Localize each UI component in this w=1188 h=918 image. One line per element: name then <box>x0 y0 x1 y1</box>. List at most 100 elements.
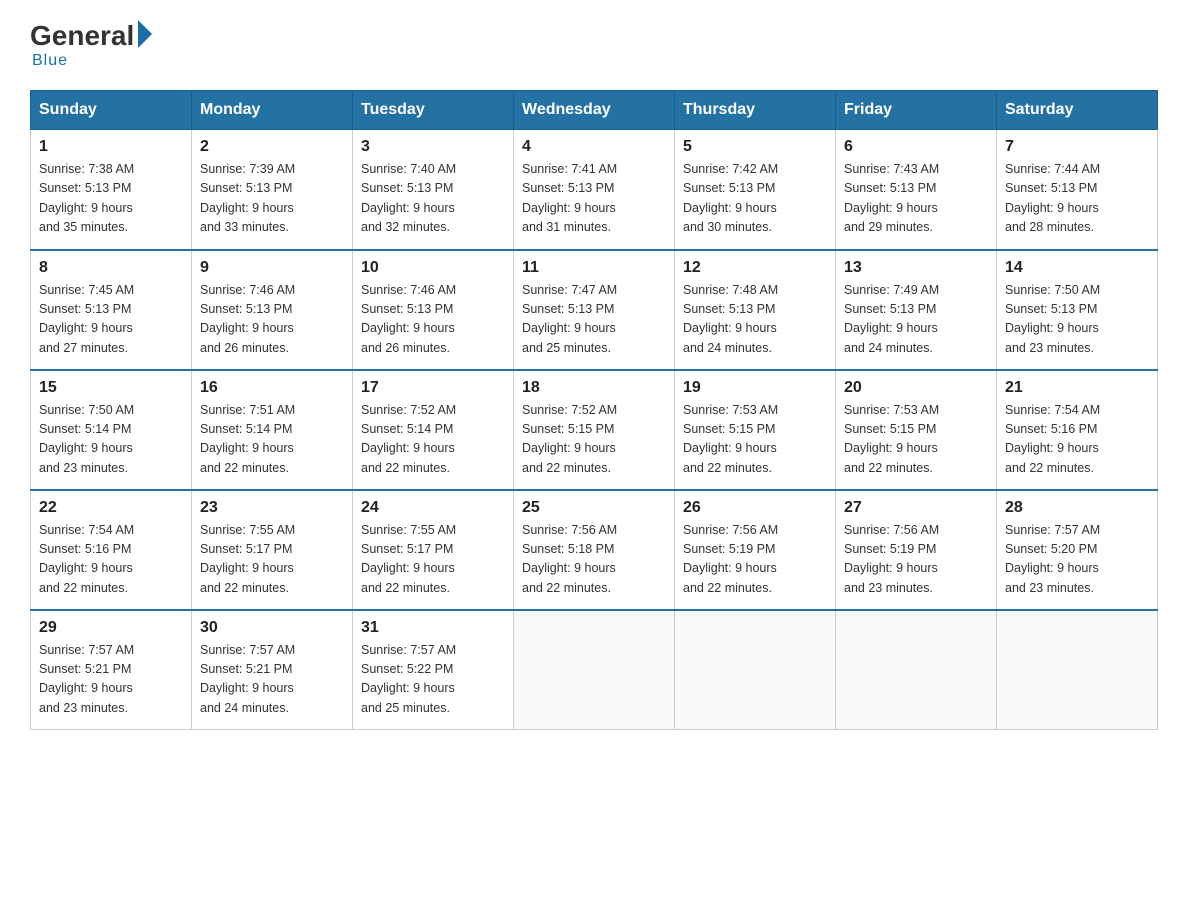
day-info: Sunrise: 7:55 AM Sunset: 5:17 PM Dayligh… <box>200 521 344 599</box>
calendar-day-cell <box>997 610 1158 730</box>
calendar-week-row: 22 Sunrise: 7:54 AM Sunset: 5:16 PM Dayl… <box>31 490 1158 610</box>
calendar-day-cell <box>836 610 997 730</box>
day-info: Sunrise: 7:57 AM Sunset: 5:20 PM Dayligh… <box>1005 521 1149 599</box>
day-number: 1 <box>39 138 183 156</box>
day-info: Sunrise: 7:39 AM Sunset: 5:13 PM Dayligh… <box>200 160 344 238</box>
calendar-day-cell: 1 Sunrise: 7:38 AM Sunset: 5:13 PM Dayli… <box>31 130 192 250</box>
weekday-header-wednesday: Wednesday <box>514 91 675 130</box>
day-info: Sunrise: 7:46 AM Sunset: 5:13 PM Dayligh… <box>361 281 505 359</box>
day-info: Sunrise: 7:56 AM Sunset: 5:19 PM Dayligh… <box>844 521 988 599</box>
logo: General Blue <box>30 20 152 70</box>
calendar-day-cell: 17 Sunrise: 7:52 AM Sunset: 5:14 PM Dayl… <box>353 370 514 490</box>
weekday-header-saturday: Saturday <box>997 91 1158 130</box>
day-number: 30 <box>200 619 344 637</box>
calendar-week-row: 29 Sunrise: 7:57 AM Sunset: 5:21 PM Dayl… <box>31 610 1158 730</box>
day-number: 13 <box>844 259 988 277</box>
calendar-day-cell: 11 Sunrise: 7:47 AM Sunset: 5:13 PM Dayl… <box>514 250 675 370</box>
day-info: Sunrise: 7:53 AM Sunset: 5:15 PM Dayligh… <box>844 401 988 479</box>
day-number: 5 <box>683 138 827 156</box>
calendar-day-cell: 27 Sunrise: 7:56 AM Sunset: 5:19 PM Dayl… <box>836 490 997 610</box>
day-info: Sunrise: 7:56 AM Sunset: 5:19 PM Dayligh… <box>683 521 827 599</box>
calendar-day-cell: 31 Sunrise: 7:57 AM Sunset: 5:22 PM Dayl… <box>353 610 514 730</box>
day-number: 20 <box>844 379 988 397</box>
calendar-day-cell: 9 Sunrise: 7:46 AM Sunset: 5:13 PM Dayli… <box>192 250 353 370</box>
calendar-day-cell: 2 Sunrise: 7:39 AM Sunset: 5:13 PM Dayli… <box>192 130 353 250</box>
header: General Blue <box>30 20 1158 70</box>
day-number: 22 <box>39 499 183 517</box>
day-number: 8 <box>39 259 183 277</box>
day-number: 16 <box>200 379 344 397</box>
calendar-day-cell: 6 Sunrise: 7:43 AM Sunset: 5:13 PM Dayli… <box>836 130 997 250</box>
day-number: 19 <box>683 379 827 397</box>
weekday-header-tuesday: Tuesday <box>353 91 514 130</box>
day-info: Sunrise: 7:44 AM Sunset: 5:13 PM Dayligh… <box>1005 160 1149 238</box>
calendar-day-cell: 30 Sunrise: 7:57 AM Sunset: 5:21 PM Dayl… <box>192 610 353 730</box>
day-info: Sunrise: 7:45 AM Sunset: 5:13 PM Dayligh… <box>39 281 183 359</box>
calendar-week-row: 1 Sunrise: 7:38 AM Sunset: 5:13 PM Dayli… <box>31 130 1158 250</box>
day-info: Sunrise: 7:53 AM Sunset: 5:15 PM Dayligh… <box>683 401 827 479</box>
day-info: Sunrise: 7:42 AM Sunset: 5:13 PM Dayligh… <box>683 160 827 238</box>
day-number: 11 <box>522 259 666 277</box>
calendar-day-cell: 21 Sunrise: 7:54 AM Sunset: 5:16 PM Dayl… <box>997 370 1158 490</box>
weekday-header-thursday: Thursday <box>675 91 836 130</box>
calendar-day-cell: 8 Sunrise: 7:45 AM Sunset: 5:13 PM Dayli… <box>31 250 192 370</box>
calendar-day-cell: 3 Sunrise: 7:40 AM Sunset: 5:13 PM Dayli… <box>353 130 514 250</box>
day-info: Sunrise: 7:41 AM Sunset: 5:13 PM Dayligh… <box>522 160 666 238</box>
day-info: Sunrise: 7:57 AM Sunset: 5:21 PM Dayligh… <box>200 641 344 719</box>
day-info: Sunrise: 7:38 AM Sunset: 5:13 PM Dayligh… <box>39 160 183 238</box>
calendar-day-cell: 26 Sunrise: 7:56 AM Sunset: 5:19 PM Dayl… <box>675 490 836 610</box>
day-number: 2 <box>200 138 344 156</box>
calendar-day-cell: 20 Sunrise: 7:53 AM Sunset: 5:15 PM Dayl… <box>836 370 997 490</box>
day-number: 21 <box>1005 379 1149 397</box>
calendar-week-row: 15 Sunrise: 7:50 AM Sunset: 5:14 PM Dayl… <box>31 370 1158 490</box>
calendar-day-cell: 15 Sunrise: 7:50 AM Sunset: 5:14 PM Dayl… <box>31 370 192 490</box>
calendar-table: SundayMondayTuesdayWednesdayThursdayFrid… <box>30 90 1158 730</box>
day-number: 15 <box>39 379 183 397</box>
day-info: Sunrise: 7:52 AM Sunset: 5:14 PM Dayligh… <box>361 401 505 479</box>
calendar-day-cell: 7 Sunrise: 7:44 AM Sunset: 5:13 PM Dayli… <box>997 130 1158 250</box>
day-info: Sunrise: 7:52 AM Sunset: 5:15 PM Dayligh… <box>522 401 666 479</box>
calendar-day-cell <box>675 610 836 730</box>
logo-blue-text: Blue <box>32 52 68 70</box>
calendar-day-cell: 24 Sunrise: 7:55 AM Sunset: 5:17 PM Dayl… <box>353 490 514 610</box>
day-number: 27 <box>844 499 988 517</box>
day-number: 31 <box>361 619 505 637</box>
day-number: 10 <box>361 259 505 277</box>
day-number: 14 <box>1005 259 1149 277</box>
day-info: Sunrise: 7:57 AM Sunset: 5:22 PM Dayligh… <box>361 641 505 719</box>
day-number: 25 <box>522 499 666 517</box>
weekday-header-monday: Monday <box>192 91 353 130</box>
calendar-day-cell: 25 Sunrise: 7:56 AM Sunset: 5:18 PM Dayl… <box>514 490 675 610</box>
calendar-day-cell: 10 Sunrise: 7:46 AM Sunset: 5:13 PM Dayl… <box>353 250 514 370</box>
day-info: Sunrise: 7:46 AM Sunset: 5:13 PM Dayligh… <box>200 281 344 359</box>
calendar-day-cell: 12 Sunrise: 7:48 AM Sunset: 5:13 PM Dayl… <box>675 250 836 370</box>
day-number: 6 <box>844 138 988 156</box>
calendar-day-cell: 5 Sunrise: 7:42 AM Sunset: 5:13 PM Dayli… <box>675 130 836 250</box>
day-info: Sunrise: 7:51 AM Sunset: 5:14 PM Dayligh… <box>200 401 344 479</box>
logo-arrow-icon <box>138 20 152 48</box>
day-info: Sunrise: 7:40 AM Sunset: 5:13 PM Dayligh… <box>361 160 505 238</box>
day-number: 4 <box>522 138 666 156</box>
day-info: Sunrise: 7:55 AM Sunset: 5:17 PM Dayligh… <box>361 521 505 599</box>
day-number: 7 <box>1005 138 1149 156</box>
day-number: 12 <box>683 259 827 277</box>
calendar-day-cell: 4 Sunrise: 7:41 AM Sunset: 5:13 PM Dayli… <box>514 130 675 250</box>
weekday-header-row: SundayMondayTuesdayWednesdayThursdayFrid… <box>31 91 1158 130</box>
day-number: 3 <box>361 138 505 156</box>
day-info: Sunrise: 7:54 AM Sunset: 5:16 PM Dayligh… <box>1005 401 1149 479</box>
day-number: 23 <box>200 499 344 517</box>
weekday-header-sunday: Sunday <box>31 91 192 130</box>
calendar-day-cell: 13 Sunrise: 7:49 AM Sunset: 5:13 PM Dayl… <box>836 250 997 370</box>
day-info: Sunrise: 7:47 AM Sunset: 5:13 PM Dayligh… <box>522 281 666 359</box>
calendar-day-cell: 22 Sunrise: 7:54 AM Sunset: 5:16 PM Dayl… <box>31 490 192 610</box>
day-info: Sunrise: 7:54 AM Sunset: 5:16 PM Dayligh… <box>39 521 183 599</box>
day-number: 29 <box>39 619 183 637</box>
calendar-day-cell: 29 Sunrise: 7:57 AM Sunset: 5:21 PM Dayl… <box>31 610 192 730</box>
weekday-header-friday: Friday <box>836 91 997 130</box>
day-number: 17 <box>361 379 505 397</box>
day-number: 24 <box>361 499 505 517</box>
day-info: Sunrise: 7:49 AM Sunset: 5:13 PM Dayligh… <box>844 281 988 359</box>
calendar-day-cell: 28 Sunrise: 7:57 AM Sunset: 5:20 PM Dayl… <box>997 490 1158 610</box>
day-number: 26 <box>683 499 827 517</box>
calendar-week-row: 8 Sunrise: 7:45 AM Sunset: 5:13 PM Dayli… <box>31 250 1158 370</box>
